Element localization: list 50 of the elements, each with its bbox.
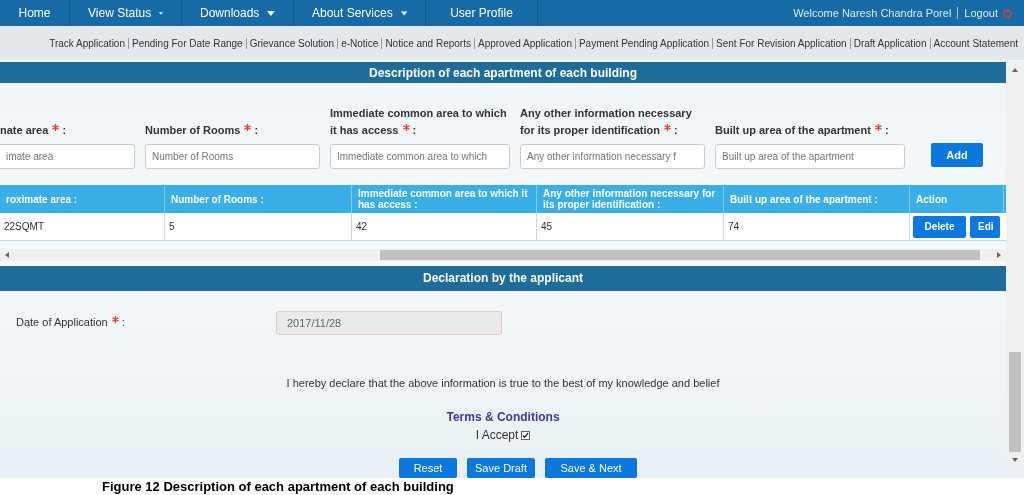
declaration-text: I hereby declare that the above information is true to the best of my knowledge and belief <box>285 375 721 391</box>
scroll-left-arrow-icon[interactable] <box>5 251 9 258</box>
scroll-right-arrow-icon[interactable] <box>997 251 1001 258</box>
date-input[interactable]: 2017/11/28 <box>276 310 502 335</box>
accept-label: I Accept <box>475 427 519 444</box>
save-next-button[interactable]: Save & Next <box>545 458 637 478</box>
scroll-down-arrow-icon[interactable] <box>1012 458 1018 462</box>
add-button[interactable]: Add <box>931 143 983 168</box>
text-input[interactable]: Built up area of the apartment <box>715 144 905 170</box>
accept-checkbox[interactable] <box>521 430 531 440</box>
horizontal-scrollbar[interactable] <box>0 249 1006 261</box>
sub-nav-link[interactable]: Notice and Reports <box>381 37 471 49</box>
text-input[interactable]: Any other information necessary f <box>520 144 705 170</box>
table-cell: 45 <box>537 213 724 241</box>
field-label: Number of Rooms : <box>145 122 260 139</box>
section-header: Declaration by the applicant <box>0 265 1006 291</box>
scroll-up-arrow-icon[interactable] <box>1012 68 1018 72</box>
save-draft-button[interactable]: Save Draft <box>467 458 535 478</box>
sub-nav-link[interactable]: Payment Pending Application <box>574 37 710 49</box>
table-cell: 22SQMT <box>0 213 165 241</box>
section-header: Description of each apartment of each building <box>0 62 1006 84</box>
figure-caption: Figure 12 Description of each apartment of each building <box>0 478 1024 495</box>
vertical-scrollbar[interactable] <box>1006 62 1024 468</box>
field-label: Any other information necessary for its proper identification : <box>520 106 693 139</box>
sub-nav-link[interactable]: Approved Application <box>474 37 572 49</box>
sub-nav-link[interactable]: e-Notice <box>337 37 379 49</box>
reset-button[interactable]: Reset <box>399 458 457 478</box>
welcome-text: Welcome Naresh Chandra Porel <box>793 5 952 21</box>
text-input[interactable]: imate area <box>0 144 135 170</box>
edit-button[interactable]: Edi <box>970 215 1000 238</box>
table-cell: 74 <box>724 213 910 241</box>
table-cell: 42 <box>352 213 537 241</box>
field-label: nate area : <box>0 122 68 139</box>
sub-nav-link[interactable]: Track Application <box>49 37 125 49</box>
sub-nav-link[interactable]: Grievance Solution <box>245 37 335 49</box>
scrollbar-thumb[interactable] <box>1009 352 1021 452</box>
delete-button[interactable]: Delete <box>913 215 966 238</box>
text-input[interactable]: Immediate common area to which <box>330 144 510 170</box>
text-input[interactable]: Number of Rooms <box>145 144 320 170</box>
terms-link[interactable]: Terms & Conditions <box>446 408 560 426</box>
table-cell: 5 <box>165 213 352 241</box>
logout-link[interactable]: Logout <box>957 7 998 19</box>
field-label: Built up area of the apartment : <box>715 122 890 139</box>
sub-nav-link[interactable]: Account Statement <box>929 37 1018 49</box>
field-label: Immediate common area to which it has access : <box>330 106 508 139</box>
sub-nav-link[interactable]: Draft Application <box>849 37 927 49</box>
scrollbar-thumb[interactable] <box>380 249 980 260</box>
sub-nav-link[interactable]: Pending For Date Range <box>128 37 243 49</box>
sub-nav-link[interactable]: Sent For Revision Application <box>712 37 847 49</box>
field-label: Date of Application : <box>15 314 126 331</box>
